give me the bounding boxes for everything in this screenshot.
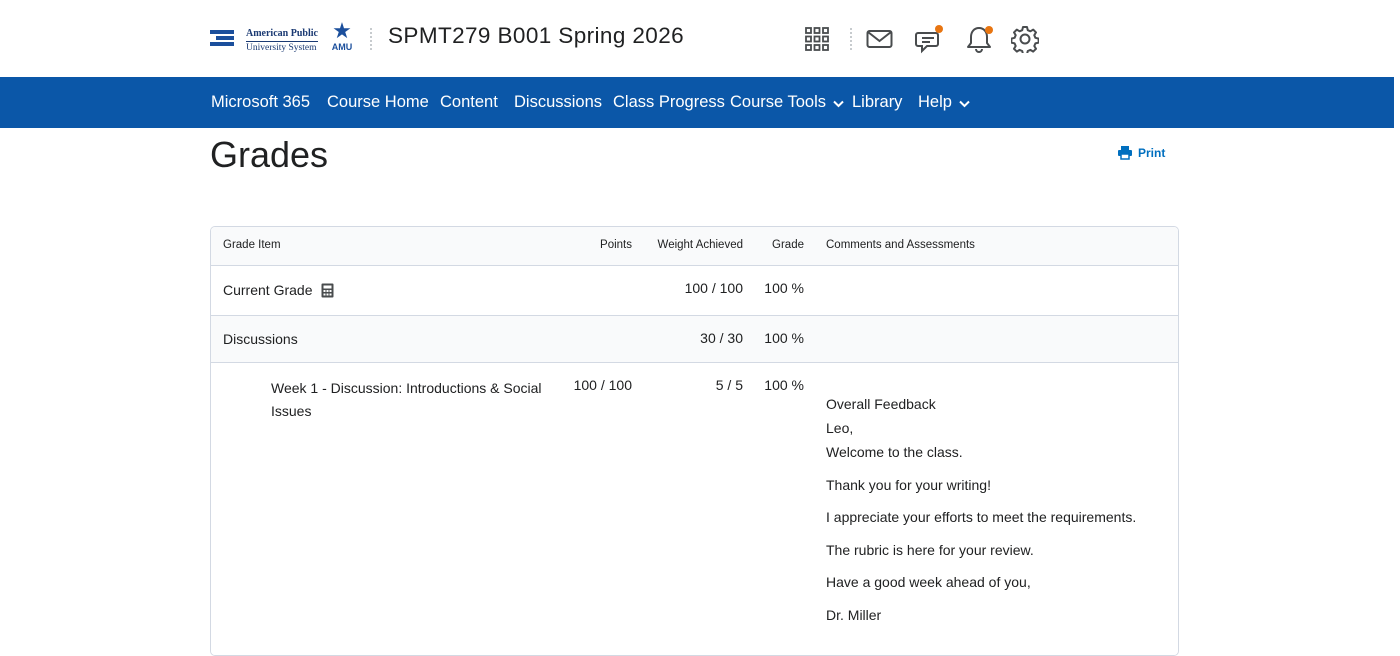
feedback-greeting: Leo, (826, 420, 854, 436)
print-label: Print (1138, 145, 1166, 160)
logo-line-1: American Public (246, 28, 318, 39)
apus-logo[interactable]: American Public University System ★ AMU (210, 19, 358, 54)
feedback-line: I appreciate your efforts to meet the re… (826, 509, 1137, 526)
feedback-title: Overall Feedback (826, 396, 936, 412)
nav-label: Class Progress (613, 93, 725, 111)
apus-logo-text: American Public University System (246, 28, 318, 54)
nav-content[interactable]: Content (440, 77, 498, 128)
table-header-row: Grade Item Points Weight Achieved Grade … (211, 227, 1178, 266)
print-button[interactable]: Print (1117, 145, 1165, 160)
table-row-current-grade: Current Grade 100 / 100 100 % (211, 266, 1178, 316)
grade-value: 100 % (764, 330, 804, 346)
grade-item-name: Current Grade (223, 282, 313, 298)
table-row-week1-discussion: Week 1 - Discussion: Introductions & Soc… (211, 363, 1178, 655)
nav-label: Microsoft 365 (211, 93, 311, 111)
col-header-grade: Grade (772, 239, 804, 251)
nav-label: Library (852, 93, 903, 111)
feedback-line: Thank you for your writing! (826, 476, 991, 493)
nav-label: Content (440, 93, 498, 111)
chevron-down-icon (833, 94, 844, 113)
chat-notification-dot (935, 25, 943, 33)
feedback-line: Welcome to the class. (826, 444, 963, 460)
overall-feedback: Overall Feedback Leo, Welcome to the cla… (826, 396, 1166, 640)
grade-item-name-line2: Issues (271, 403, 312, 419)
header-divider (370, 28, 372, 50)
nav-library[interactable]: Library (852, 77, 902, 128)
logo-line-2: University System (246, 43, 317, 53)
col-header-points: Points (600, 239, 632, 251)
star-icon: ★ (332, 19, 352, 44)
nav-label: Course Home (327, 93, 429, 111)
amu-star-logo: ★ AMU (328, 19, 356, 54)
nav-course-home[interactable]: Course Home (327, 77, 429, 128)
course-header: American Public University System ★ AMU … (0, 0, 1394, 77)
grade-item-name[interactable]: Week 1 - Discussion: Introductions & Soc… (271, 377, 542, 423)
chevron-down-icon (959, 94, 970, 113)
weight-achieved-value: 100 / 100 (684, 280, 743, 296)
col-header-grade-item[interactable]: Grade Item (223, 239, 281, 251)
apps-grid-icon[interactable] (802, 24, 832, 54)
weight-achieved-value: 5 / 5 (715, 377, 743, 393)
calculator-icon[interactable] (321, 283, 334, 303)
chat-icon[interactable] (915, 24, 945, 54)
mail-icon[interactable] (865, 24, 895, 54)
nav-label: Course Tools (730, 93, 826, 111)
feedback-signature: Dr. Miller (826, 606, 882, 623)
feedback-line: The rubric is here for your review. (826, 541, 1034, 558)
weight-achieved-value: 30 / 30 (700, 330, 743, 346)
col-header-comments: Comments and Assessments (826, 239, 975, 251)
nav-discussions[interactable]: Discussions (514, 77, 602, 128)
bell-notification-dot (985, 26, 993, 34)
nav-label: Help (918, 93, 952, 111)
nav-microsoft-365[interactable]: Microsoft 365 (211, 77, 310, 128)
grades-table: Grade Item Points Weight Achieved Grade … (210, 226, 1179, 656)
points-value: 100 / 100 (573, 377, 632, 393)
col-header-weight-achieved: Weight Achieved (657, 239, 743, 251)
nav-course-tools[interactable]: Course Tools (730, 77, 844, 128)
printer-icon (1118, 146, 1132, 160)
apus-logo-mark (210, 30, 236, 50)
nav-help[interactable]: Help (918, 77, 970, 128)
nav-class-progress[interactable]: Class Progress (613, 77, 725, 128)
gear-icon[interactable] (1010, 24, 1040, 54)
feedback-line: Have a good week ahead of you, (826, 574, 1031, 591)
grade-item-name-line1: Week 1 - Discussion: Introductions & Soc… (271, 380, 542, 396)
bell-icon[interactable] (965, 24, 995, 54)
header-icon-divider (850, 28, 852, 50)
course-title[interactable]: SPMT279 B001 Spring 2026 (388, 23, 684, 49)
grade-category-name: Discussions (223, 331, 298, 347)
grade-value: 100 % (764, 280, 804, 296)
table-row-discussions: Discussions 30 / 30 100 % (211, 316, 1178, 363)
grade-value: 100 % (764, 377, 804, 393)
amu-badge-text: AMU (331, 42, 353, 52)
nav-label: Discussions (514, 93, 603, 111)
course-nav-bar: Microsoft 365 Course Home Content Discus… (0, 77, 1394, 128)
page-title: Grades (210, 134, 329, 175)
